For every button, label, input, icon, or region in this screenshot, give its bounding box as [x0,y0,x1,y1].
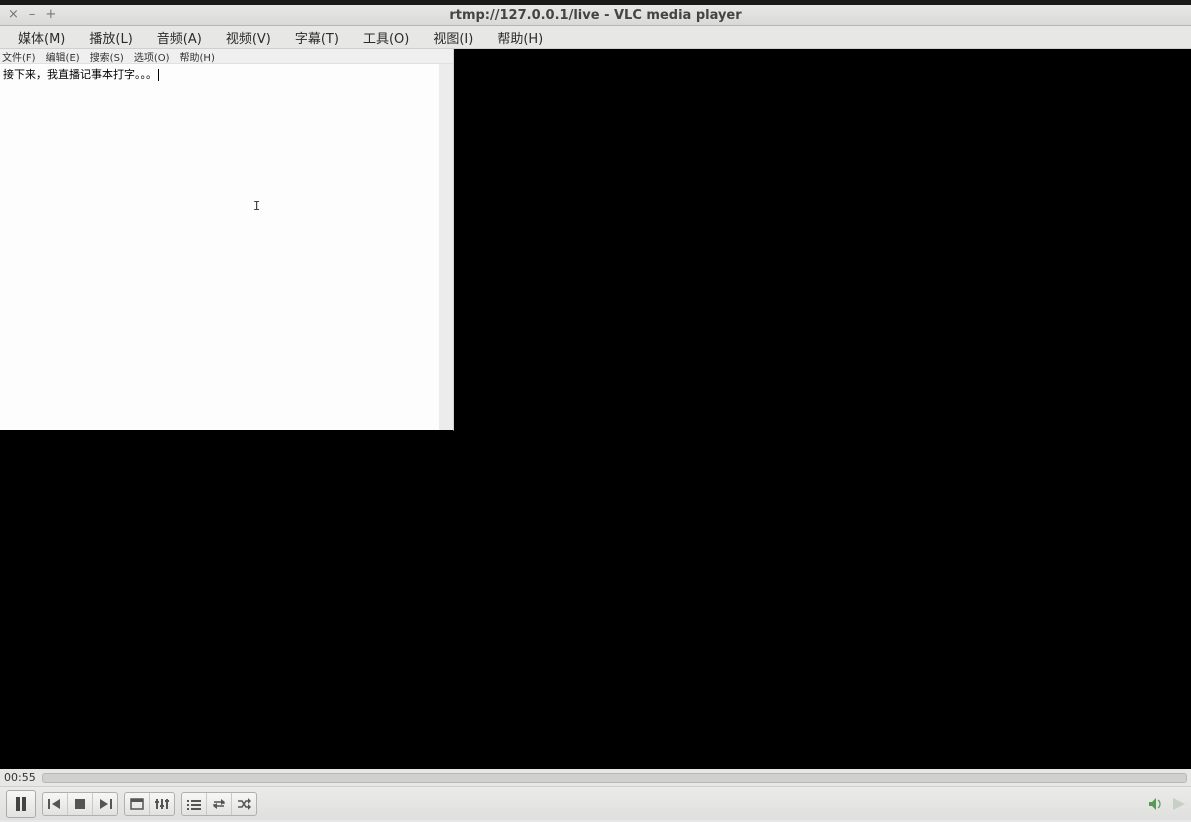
shuffle-button[interactable] [232,793,256,815]
menu-audio[interactable]: 音频(A) [145,26,214,49]
vlc-menubar: 媒体(M) 播放(L) 音频(A) 视频(V) 字幕(T) 工具(O) 视图(I… [0,26,1191,49]
menu-view[interactable]: 视图(I) [421,26,485,49]
fullscreen-icon [130,798,144,810]
notepad-menu-search[interactable]: 搜索(S) [90,49,124,64]
notepad-text-area[interactable]: 接下来，我直播记事本打字。。。 I [0,64,453,430]
menu-video[interactable]: 视频(V) [214,26,283,49]
stop-button[interactable] [68,793,93,815]
menu-media[interactable]: 媒体(M) [6,26,77,49]
playlist-icon [187,798,201,810]
menu-playback[interactable]: 播放(L) [77,26,144,49]
notepad-menu-edit[interactable]: 编辑(E) [46,49,80,64]
window-title: rtmp://127.0.0.1/live - VLC media player [0,8,1191,23]
menu-help[interactable]: 帮助(H) [485,26,555,49]
notepad-text-content: 接下来，我直播记事本打字。。。 [3,68,157,81]
streamed-notepad-window: 文件(F) 编辑(E) 搜索(S) 选项(O) 帮助(H) 接下来，我直播记事本… [0,49,454,431]
pause-button[interactable] [6,790,36,818]
progress-row: 00:55 [0,769,1191,786]
video-canvas[interactable]: 文件(F) 编辑(E) 搜索(S) 选项(O) 帮助(H) 接下来，我直播记事本… [0,49,1191,769]
window-minimize-button[interactable]: – [29,5,36,25]
elapsed-time: 00:55 [4,771,36,784]
controls-row [0,786,1191,820]
playlist-button[interactable] [182,793,207,815]
seek-slider[interactable] [42,773,1187,783]
skip-previous-icon [48,798,62,810]
previous-button[interactable] [43,793,68,815]
menu-tools[interactable]: 工具(O) [351,26,421,49]
notepad-menu-options[interactable]: 选项(O) [134,49,170,64]
equalizer-icon [155,798,169,810]
transport-group [42,792,118,816]
notepad-menubar: 文件(F) 编辑(E) 搜索(S) 选项(O) 帮助(H) [0,49,453,64]
window-close-button[interactable]: × [8,5,19,25]
loop-button[interactable] [207,793,232,815]
ibeam-cursor-icon: I [253,199,260,213]
window-controls: × – + [8,5,56,25]
shuffle-icon [237,798,251,810]
volume-slider[interactable] [1173,798,1185,810]
fullscreen-button[interactable] [125,793,150,815]
menu-subtitle[interactable]: 字幕(T) [283,26,351,49]
skip-next-icon [98,798,112,810]
next-button[interactable] [93,793,117,815]
stop-icon [74,798,86,810]
volume-icon[interactable] [1149,798,1163,810]
extended-settings-button[interactable] [150,793,174,815]
notepad-menu-file[interactable]: 文件(F) [2,49,36,64]
pause-icon [15,797,27,811]
text-caret [158,69,159,81]
notepad-menu-help[interactable]: 帮助(H) [180,49,215,64]
view-group [124,792,175,816]
list-group [181,792,257,816]
loop-icon [212,798,226,810]
window-maximize-button[interactable]: + [45,5,56,25]
window-titlebar: × – + rtmp://127.0.0.1/live - VLC media … [0,5,1191,26]
